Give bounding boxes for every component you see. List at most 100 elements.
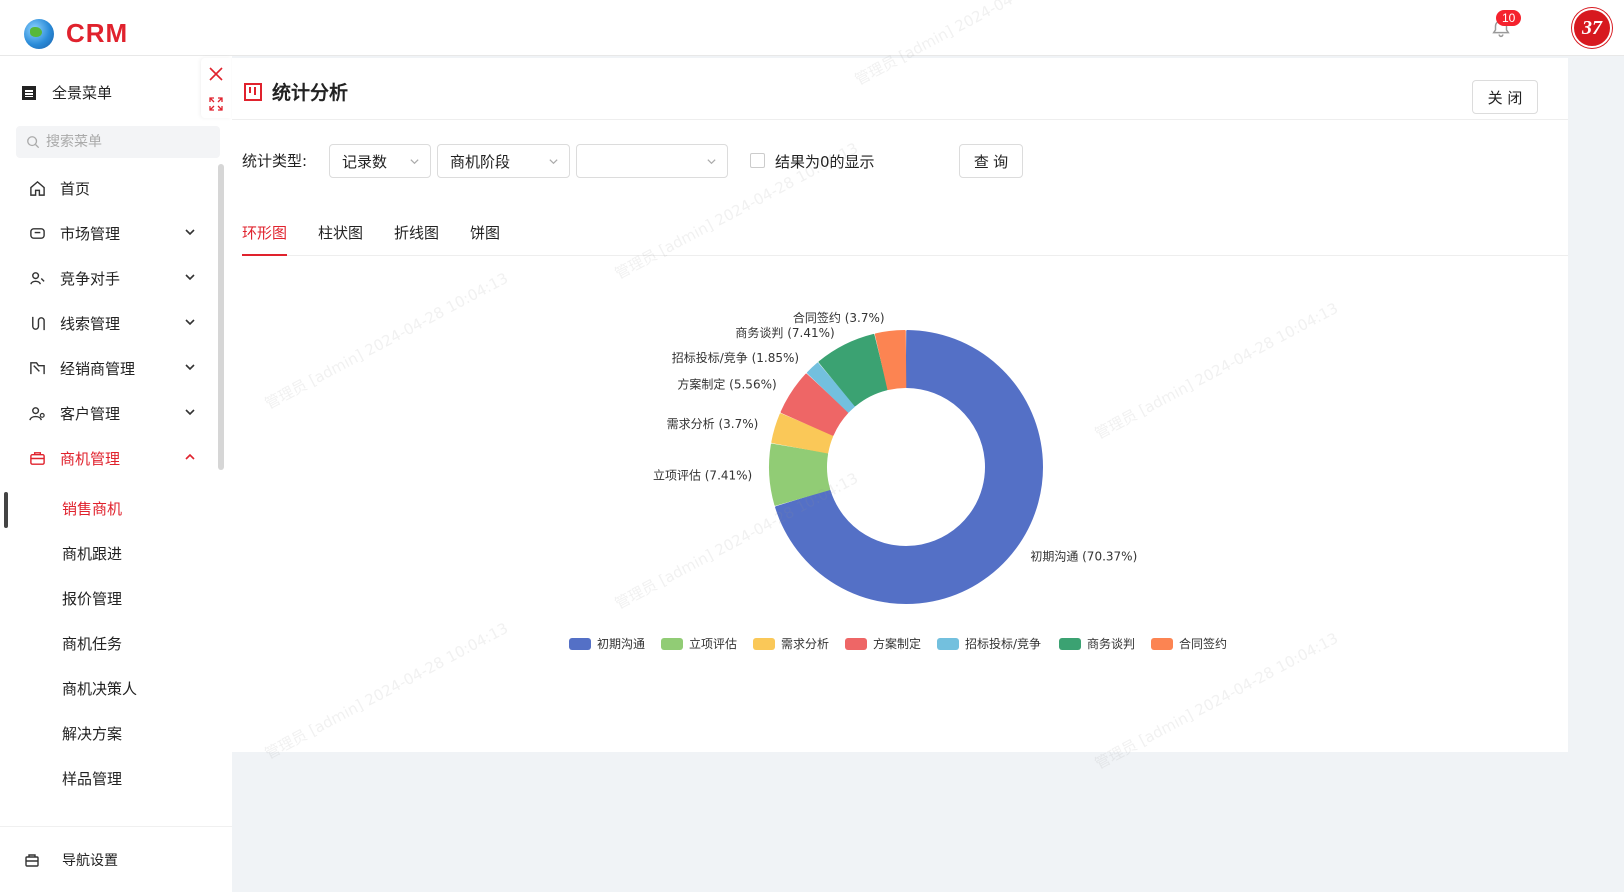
sidebar-subitem-followup[interactable]: 商机跟进 [0, 533, 220, 573]
tab-line[interactable]: 折线图 [394, 222, 439, 256]
stat-type-label: 统计类型: [242, 152, 308, 170]
sidebar-item-label: 经销商管理 [60, 359, 136, 378]
chevron-down-icon [185, 229, 195, 236]
legend-swatch-5[interactable] [1059, 638, 1081, 650]
tab-bar[interactable]: 柱状图 [318, 222, 363, 256]
sidebar-item-competitor[interactable]: 竞争对手 [0, 256, 220, 300]
legend-label-6[interactable]: 合同签约 [1179, 636, 1227, 651]
show-zero-checkbox[interactable] [750, 153, 765, 168]
legend-label-5[interactable]: 商务谈判 [1087, 636, 1135, 651]
customer-icon [28, 404, 46, 422]
chevron-down-icon [549, 159, 558, 165]
sidebar-item-dealer[interactable]: 经销商管理 [0, 346, 220, 390]
query-button[interactable]: 查 询 [959, 144, 1023, 178]
fullscreen-icon[interactable] [208, 96, 224, 112]
sidebar-subitem-solution[interactable]: 解决方案 [0, 713, 220, 753]
legend-swatch-1[interactable] [661, 638, 683, 650]
home-icon [28, 179, 46, 197]
slice-label-2: 需求分析 (3.7%) [667, 417, 759, 431]
close-icon[interactable] [208, 66, 224, 82]
nav-settings-button[interactable]: 导航设置 [0, 826, 232, 892]
menu-search [16, 126, 220, 158]
chart-type-tabs: 环形图 柱状图 折线图 饼图 [242, 212, 1568, 256]
settings-icon [25, 853, 39, 867]
sidebar-subitem-sample[interactable]: 样品管理 [0, 758, 220, 798]
search-icon [27, 136, 40, 149]
sidebar-item-label: 线索管理 [60, 314, 121, 333]
sidebar-subitem-decision-maker[interactable]: 商机决策人 [0, 668, 220, 708]
legend-swatch-4[interactable] [937, 638, 959, 650]
chevron-down-icon [410, 159, 419, 165]
doughnut-chart: 初期沟通 (70.37%) 立项评估 (7.41%) 需求分析 (3.7%) 方案制定… [232, 270, 1568, 750]
market-icon [28, 224, 46, 242]
legend-swatch-3[interactable] [845, 638, 867, 650]
sidebar-item-clue[interactable]: 线索管理 [0, 301, 220, 345]
sidebar-item-label: 竞争对手 [60, 269, 121, 288]
group-by-value: 商机阶段 [450, 152, 511, 171]
briefcase-icon [28, 449, 46, 467]
doughnut-chart-svg: 初期沟通 (70.37%) 立项评估 (7.41%) 需求分析 (3.7%) 方案制定… [569, 310, 1227, 651]
legend-swatch-6[interactable] [1151, 638, 1173, 650]
chevron-up-icon [185, 453, 195, 460]
tab-pie[interactable]: 饼图 [470, 222, 500, 256]
show-zero-label: 结果为0的显示 [775, 153, 875, 171]
slice-label-4: 招标投标/竞争 (1.85%) [672, 350, 799, 365]
legend-label-0[interactable]: 初期沟通 [597, 637, 645, 651]
sidebar-item-market[interactable]: 市场管理 [0, 211, 220, 255]
legend-swatch-2[interactable] [753, 638, 775, 650]
sidebar-item-opportunity[interactable]: 商机管理 [0, 436, 220, 480]
page-title: 统计分析 [244, 78, 348, 105]
slice-label-1: 立项评估 (7.41%) [653, 468, 752, 483]
sidebar-item-customer[interactable]: 客户管理 [0, 391, 220, 435]
sidebar: 全景菜单 首页 市场管理 竞争对手 线索管理 经销商管理 客户管理 商机管理 销… [0, 56, 232, 892]
sidebar-subitem-sales-opportunity[interactable]: 销售商机 [0, 488, 220, 528]
sidebar-item-label: 商机管理 [60, 449, 121, 468]
slice-label-6: 合同签约 (3.7%) [793, 310, 885, 325]
legend-label-3[interactable]: 方案制定 [873, 636, 921, 651]
all-menu-label: 全景菜单 [52, 84, 113, 102]
tab-doughnut[interactable]: 环形图 [242, 222, 288, 256]
notification-badge: 10 [1496, 10, 1522, 26]
panel-header: 统计分析 关 闭 [232, 58, 1568, 120]
legend-label-2[interactable]: 需求分析 [781, 637, 829, 651]
all-menu-button[interactable]: 全景菜单 [22, 82, 112, 103]
chevron-down-icon [707, 159, 716, 165]
slice-label-0: 初期沟通 (70.37%) [1030, 550, 1137, 564]
sidebar-item-label: 客户管理 [60, 404, 121, 423]
sidebar-item-label: 市场管理 [60, 224, 121, 243]
logo-text: CRM [66, 18, 129, 48]
chart-board-icon [244, 82, 262, 101]
chevron-down-icon [185, 409, 195, 416]
secondary-select[interactable] [576, 144, 728, 178]
sidebar-subitem-task[interactable]: 商机任务 [0, 623, 220, 663]
statistics-panel: 统计类型: 记录数 商机阶段 结果为0的显示 查 询 环形图 柱状图 折线图 饼… [232, 120, 1568, 752]
chevron-down-icon [185, 364, 195, 371]
app-logo[interactable]: CRM [24, 18, 128, 49]
stat-type-value: 记录数 [342, 152, 388, 171]
chevron-down-icon [185, 319, 195, 326]
menu-search-input[interactable] [46, 134, 196, 150]
menu-grid-icon [22, 85, 36, 100]
stat-type-select[interactable]: 记录数 [329, 144, 431, 178]
legend-label-1[interactable]: 立项评估 [689, 636, 737, 651]
competitor-icon [28, 269, 46, 287]
nav-settings-label: 导航设置 [62, 852, 118, 869]
sidebar-subitem-quote[interactable]: 报价管理 [0, 578, 220, 618]
globe-logo-icon [24, 18, 54, 49]
legend-label-4[interactable]: 招标投标/竞争 [965, 636, 1041, 651]
page-title-text: 统计分析 [272, 82, 349, 104]
close-button[interactable]: 关 闭 [1472, 80, 1538, 114]
chevron-down-icon [185, 274, 195, 281]
slice-label-5: 商务谈判 (7.41%) [735, 325, 834, 340]
top-header: CRM 10 37 [0, 0, 1624, 56]
sidebar-item-label: 首页 [60, 179, 91, 198]
group-by-select[interactable]: 商机阶段 [437, 144, 570, 178]
dealer-icon [28, 359, 46, 377]
user-avatar[interactable]: 37 [1572, 8, 1612, 48]
sidebar-item-home[interactable]: 首页 [0, 166, 220, 210]
clue-icon [28, 314, 46, 332]
legend-swatch-0[interactable] [569, 638, 591, 650]
slice-label-3: 方案制定 (5.56%) [677, 377, 776, 392]
sidebar-scrollbar[interactable] [218, 164, 224, 470]
tab-control-strip [201, 58, 231, 118]
